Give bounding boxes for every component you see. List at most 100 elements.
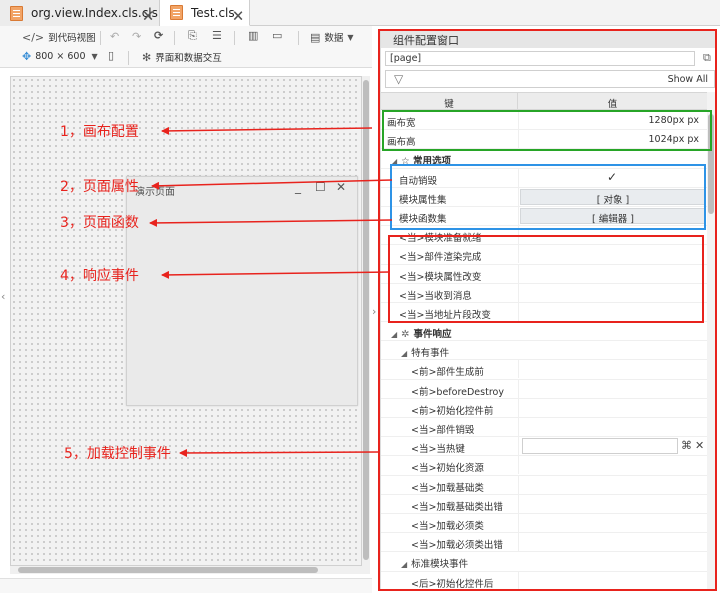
component-config-panel: 组件配置窗口 [page] ⧉ ▽ Show All 键 值 画布宽 1280p… (380, 30, 717, 591)
collapse-right-icon[interactable]: › (372, 305, 376, 318)
property-row-canvas-width[interactable]: 画布宽 1280px px (381, 111, 707, 131)
row-value-cell[interactable] (518, 379, 707, 398)
canvas-vertical-scrollbar[interactable] (362, 76, 370, 566)
split-icon[interactable]: ▥ (248, 29, 258, 42)
collapse-triangle-icon[interactable]: ◢ (401, 349, 407, 358)
row-value-cell[interactable]: 1280px px (518, 111, 707, 129)
class-file-icon (170, 5, 183, 20)
scroll-thumb[interactable] (18, 567, 318, 573)
hotkey-input[interactable] (522, 438, 678, 455)
filter-icon[interactable]: ▽ (394, 72, 403, 86)
annotation-label: 4，响应事件 (60, 268, 139, 284)
row-value-cell[interactable] (518, 494, 707, 513)
group-common-options[interactable]: ◢ ☆ 常用选项 (381, 149, 707, 169)
property-row-module-functions[interactable]: 模块函数集 [ 编辑器 ] (381, 206, 707, 227)
event-row[interactable]: <当>加载必须类 (381, 513, 707, 534)
event-row[interactable]: <后>初始化控件后 (381, 571, 707, 591)
minimize-icon[interactable]: _ (295, 180, 301, 194)
row-value-cell[interactable] (518, 302, 707, 321)
property-row-auto-destroy[interactable]: 自动销毁 ✓ (381, 168, 707, 188)
collapse-left-icon[interactable]: ‹ (1, 290, 5, 303)
event-row[interactable]: <当>部件渲染完成 (381, 245, 707, 265)
command-key-icon[interactable]: ⌘ (681, 439, 692, 452)
row-value-cell[interactable] (518, 475, 707, 494)
filter-bar[interactable]: ▽ Show All (385, 70, 715, 88)
event-row[interactable]: <当>加载必须类出错 (381, 533, 707, 553)
event-row[interactable]: <当>当地址片段改变 (381, 302, 707, 323)
event-row[interactable]: <当>加载基础类 (381, 475, 707, 495)
undo-icon[interactable]: ↶ (110, 30, 119, 43)
demo-window[interactable]: 演示页面 _ ☐ ✕ (126, 176, 358, 406)
row-value-cell[interactable] (518, 226, 707, 245)
phone-icon[interactable]: ▯ (108, 49, 114, 62)
panel-vertical-scrollbar[interactable] (707, 92, 715, 591)
row-value-cell[interactable]: [ 编辑器 ] (518, 206, 707, 225)
maximize-icon[interactable]: ☐ (315, 180, 326, 194)
checkmark-icon[interactable]: ✓ (607, 170, 617, 184)
close-tab-icon[interactable]: 🗙 (143, 6, 153, 28)
row-value-cell[interactable] (518, 264, 707, 283)
event-row[interactable]: <当>加载基础类出错 (381, 494, 707, 514)
export-icon[interactable]: ⎘ (188, 29, 197, 43)
group-event-response[interactable]: ◢ ✲ 事件响应 (381, 322, 707, 342)
tab-index-cls[interactable]: org.view.Index.cls.cls 🗙 (0, 0, 160, 26)
event-row[interactable]: <当>模块属性改变 (381, 264, 707, 284)
collapse-triangle-icon[interactable]: ◢ (391, 157, 397, 166)
redo-icon[interactable]: ↷ (132, 30, 141, 43)
row-key: <后>初始化控件后 (411, 578, 494, 590)
row-key: <当>加载基础类出错 (411, 501, 503, 513)
row-key: <当>模块属性改变 (399, 271, 482, 283)
row-value-cell[interactable] (518, 571, 707, 590)
row-value-cell[interactable]: [ 对象 ] (518, 187, 707, 206)
tab-test-cls[interactable]: Test.cls 🗙 (160, 0, 250, 26)
event-row-hotkey[interactable]: <当>当热键 ⌘ ✕ (381, 437, 707, 457)
canvas-horizontal-scrollbar[interactable] (10, 566, 370, 574)
external-link-icon[interactable]: ⧉ (703, 51, 711, 65)
show-all-toggle[interactable]: Show All (668, 74, 708, 85)
frame-icon[interactable]: ▭ (272, 29, 282, 42)
list-icon[interactable]: ☰ (212, 29, 222, 42)
subgroup-specific-events[interactable]: ◢ 特有事件 (381, 341, 707, 361)
scroll-thumb[interactable] (708, 114, 714, 214)
event-row[interactable]: <当>部件销毁 (381, 418, 707, 438)
event-row[interactable]: <当>初始化资源 (381, 456, 707, 476)
event-row[interactable]: <当>当收到消息 (381, 283, 707, 303)
clear-icon[interactable]: ✕ (695, 439, 704, 452)
event-row[interactable]: <前>部件生成前 (381, 360, 707, 380)
subgroup-standard-module-events[interactable]: ◢ 标准模块事件 (381, 552, 707, 572)
ui-data-interaction-button[interactable]: ✻ 界面和数据交互 (142, 50, 222, 65)
row-value-cell[interactable] (518, 513, 707, 532)
row-key: <当>加载必须类出错 (411, 540, 503, 552)
event-row[interactable]: <当>模块准备就绪 (381, 226, 707, 246)
toolbar-divider (174, 31, 175, 45)
to-code-view-button[interactable]: </> 到代码视图 (22, 30, 96, 45)
property-row-canvas-height[interactable]: 画布高 1024px px (381, 130, 707, 150)
event-row[interactable]: <前>beforeDestroy (381, 379, 707, 399)
event-row[interactable]: <前>初始化控件前 (381, 398, 707, 418)
close-icon[interactable]: ✕ (336, 180, 346, 194)
row-value-cell[interactable]: ⌘ ✕ (518, 437, 707, 456)
row-value-cell[interactable] (518, 418, 707, 436)
row-value-cell[interactable] (518, 398, 707, 417)
row-value-cell[interactable] (518, 456, 707, 475)
object-editor-button[interactable]: [ 对象 ] (520, 188, 706, 206)
row-value-cell[interactable] (518, 360, 707, 379)
function-editor-button[interactable]: [ 编辑器 ] (520, 207, 706, 225)
row-key: <当>初始化资源 (411, 463, 484, 475)
to-code-view-label: 到代码视图 (48, 33, 96, 44)
close-tab-icon[interactable]: 🗙 (233, 6, 243, 28)
row-value-cell[interactable] (518, 283, 707, 302)
row-value-cell[interactable] (518, 533, 707, 552)
property-row-module-properties[interactable]: 模块属性集 [ 对象 ] (381, 187, 707, 207)
data-menu-button[interactable]: ▤ 数据 ▼ (310, 30, 354, 45)
canvas-size-dropdown[interactable]: ✥ 800 × 600 ▼ (22, 50, 98, 63)
row-key: <当>部件销毁 (411, 425, 475, 436)
row-value-cell[interactable]: ✓ (518, 168, 707, 187)
row-value-cell[interactable]: 1024px px (518, 130, 707, 149)
scroll-thumb[interactable] (363, 80, 369, 560)
refresh-icon[interactable]: ⟳ (154, 29, 163, 42)
collapse-triangle-icon[interactable]: ◢ (391, 330, 397, 339)
row-value-cell[interactable] (518, 245, 707, 264)
component-path-field[interactable]: [page] (385, 51, 695, 66)
collapse-triangle-icon[interactable]: ◢ (401, 560, 407, 569)
